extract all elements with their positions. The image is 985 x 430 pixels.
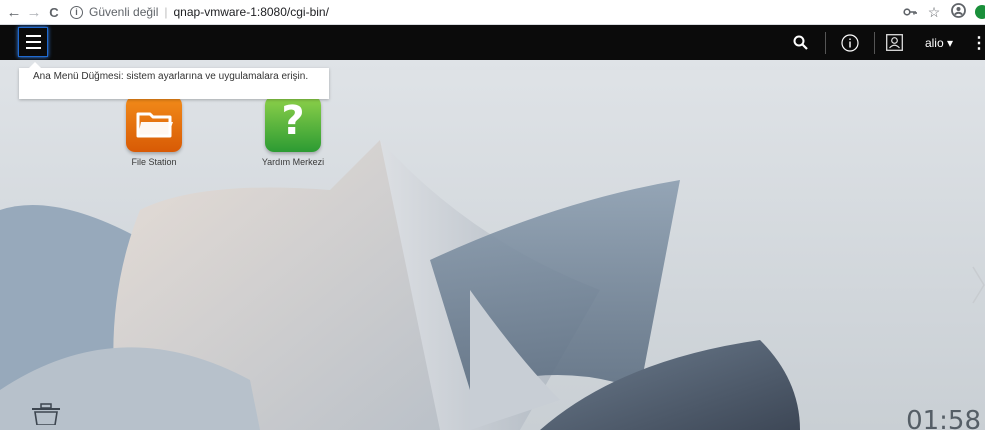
trash-icon[interactable] [28, 403, 64, 430]
desktop-clock: 01:58 [906, 406, 981, 430]
main-menu-button[interactable] [18, 27, 48, 57]
chevron-right-icon[interactable] [971, 265, 985, 310]
hamburger-line [25, 41, 41, 43]
question-mark-glyph: ? [281, 98, 305, 144]
reload-button[interactable]: C [44, 5, 64, 20]
user-icon[interactable] [875, 34, 915, 51]
url-separator: | [164, 5, 168, 19]
account-icon[interactable] [947, 3, 969, 21]
security-status: Güvenli değil [89, 5, 159, 19]
address-bar[interactable]: i Güvenli değil | qnap-vmware-1:8080/cgi… [70, 5, 329, 19]
hamburger-line [25, 35, 41, 37]
hamburger-line [25, 47, 41, 49]
qts-top-bar: alio ▾ ⋮ [0, 25, 985, 60]
app-file-station[interactable]: File Station [104, 96, 204, 167]
more-options-icon[interactable]: ⋮ [971, 33, 985, 53]
app-help-center[interactable]: ? Yardım Merkezi [243, 96, 343, 167]
app-label: Yardım Merkezi [261, 157, 325, 167]
forward-button[interactable]: → [24, 4, 44, 21]
folder-icon [126, 96, 182, 152]
extension-icon[interactable] [975, 5, 985, 19]
browser-toolbar: ← → C i Güvenli değil | qnap-vmware-1:80… [0, 0, 985, 25]
bookmark-star-icon[interactable]: ☆ [923, 4, 945, 21]
main-menu-tooltip: Ana Menü Düğmesi: sistem ayarlarına ve u… [19, 62, 329, 99]
search-icon[interactable] [777, 35, 825, 50]
key-icon[interactable] [899, 4, 921, 20]
desktop: Ana Menü Düğmesi: sistem ayarlarına ve u… [0, 60, 985, 430]
back-button[interactable]: ← [4, 4, 24, 21]
url-text[interactable]: qnap-vmware-1:8080/cgi-bin/ [174, 5, 329, 19]
info-circle-icon[interactable] [826, 33, 874, 52]
app-label: File Station [131, 157, 177, 167]
info-icon[interactable]: i [70, 5, 83, 19]
user-menu[interactable]: alio ▾ [925, 36, 953, 50]
help-icon: ? [265, 96, 321, 152]
